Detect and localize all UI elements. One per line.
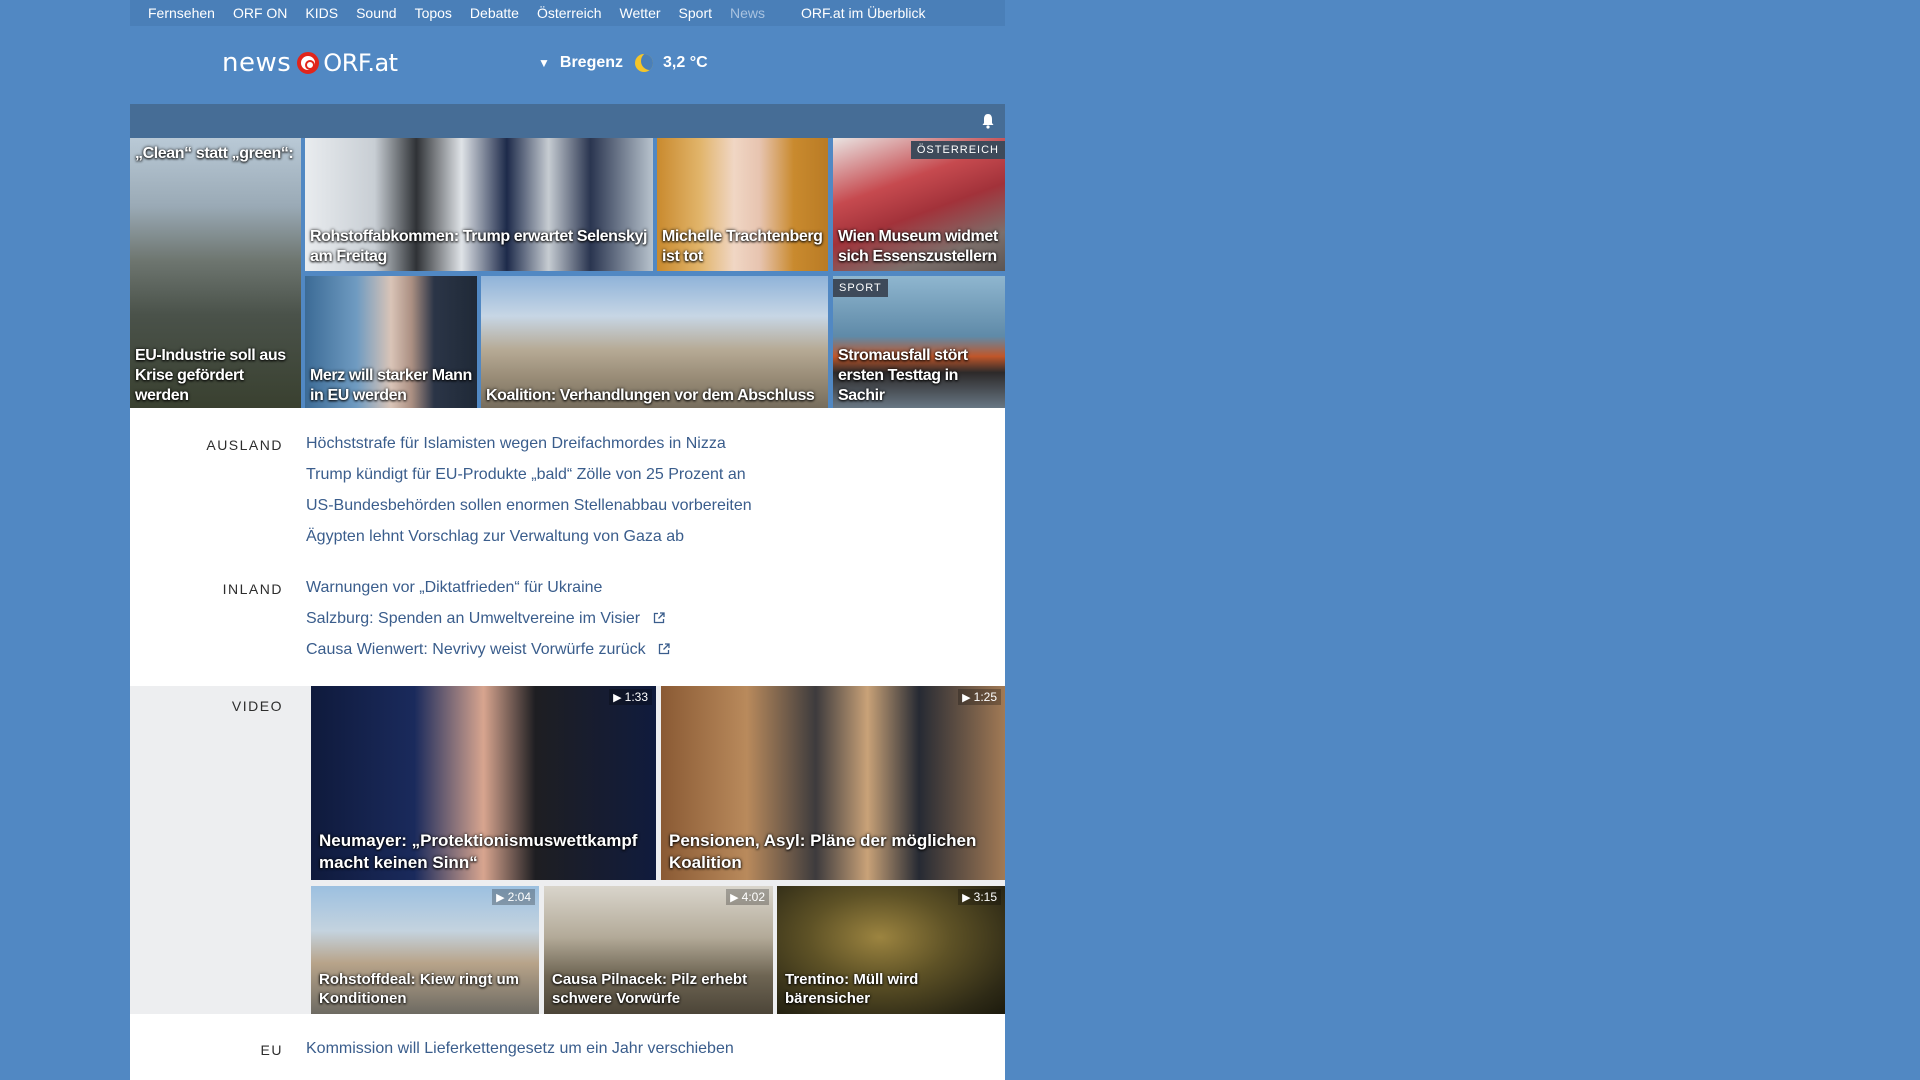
tile-caption: Koalition: Verhandlungen vor dem Abschlu… [486, 387, 815, 404]
video-caption: Trentino: Müll wird bärensicher [785, 971, 919, 1007]
headline-link[interactable]: Höchststrafe für Islamisten wegen Dreifa… [306, 435, 726, 453]
logo-news-text: news [222, 48, 292, 78]
headline-link-external[interactable]: Salzburg: Spenden an Umweltvereine im Vi… [306, 610, 665, 628]
logo-orf-text: ORF.at [323, 49, 398, 77]
nav-item-orf-on[interactable]: ORF ON [233, 5, 287, 21]
nav-item-sport[interactable]: Sport [679, 5, 712, 21]
nav-item-news[interactable]: News [730, 5, 765, 21]
news-orf-logo[interactable]: news ORF.at [222, 48, 398, 78]
story-tile-trachtenberg[interactable]: Michelle Trachtenberg ist tot [657, 138, 828, 271]
headline-link[interactable]: US-Bundesbehörden sollen enormen Stellen… [306, 497, 752, 515]
bell-icon[interactable] [981, 113, 995, 129]
headline-link[interactable]: Kommission will Lieferkettengesetz um ei… [306, 1040, 734, 1058]
category-label-eu: EU [260, 1042, 283, 1058]
toolbar-strip [130, 104, 1005, 138]
video-tile[interactable]: ▶ 3:15 Trentino: Müll wird bärensicher [777, 886, 1005, 1014]
play-icon: ▶ [613, 692, 622, 704]
news-lists: AUSLAND Höchststrafe für Islamisten wege… [130, 408, 1005, 686]
video-caption: Rohstoffdeal: Kiew ringt um Konditionen [319, 971, 519, 1007]
nav-item-topos[interactable]: Topos [415, 5, 452, 21]
tile-caption: Rohstoffabkommen: Trump erwartet Selensk… [310, 228, 648, 265]
headline-link[interactable]: Ägypten lehnt Vorschlag zur Verwaltung v… [306, 528, 684, 546]
nav-item-oesterreich[interactable]: Österreich [537, 5, 602, 21]
play-icon: ▶ [962, 892, 971, 904]
video-duration: ▶ 1:25 [958, 689, 1001, 705]
duration-text: 2:04 [507, 890, 531, 904]
video-caption: Causa Pilnacek: Pilz erhebt schwere Vorw… [552, 971, 748, 1007]
video-duration: ▶ 4:02 [726, 889, 769, 905]
video-tile[interactable]: ▶ 4:02 Causa Pilnacek: Pilz erhebt schwer… [544, 886, 773, 1014]
video-caption: Neumayer: „Protektionismuswettkampf mach… [319, 831, 638, 872]
duration-text: 1:33 [624, 690, 648, 704]
page-wrapper: Fernsehen ORF ON KIDS Sound Topos Debatt… [130, 0, 1005, 1080]
video-duration: ▶ 1:33 [609, 689, 652, 705]
headline-link[interactable]: Warnungen vor „Diktatfrieden“ für Ukrain… [306, 579, 602, 597]
story-tile-eu-industrie[interactable]: „Clean“ statt „green“: EU-Industrie soll… [130, 138, 301, 410]
tile-caption: Merz will starker Mann in EU werden [310, 367, 472, 404]
story-tile-rohstoffabkommen[interactable]: Rohstoffabkommen: Trump erwartet Selensk… [305, 138, 653, 271]
story-tile-koalition[interactable]: Koalition: Verhandlungen vor dem Abschlu… [481, 276, 828, 410]
nav-item-kids[interactable]: KIDS [305, 5, 338, 21]
video-duration: ▶ 3:15 [958, 889, 1001, 905]
tile-caption-top: „Clean“ statt „green“: [135, 145, 294, 162]
headline-text: Causa Wienwert: Nevrivy weist Vorwürfe z… [306, 641, 646, 658]
nav-item-wetter[interactable]: Wetter [620, 5, 661, 21]
category-label-inland: INLAND [222, 581, 283, 597]
nav-item-debatte[interactable]: Debatte [470, 5, 519, 21]
video-tile[interactable]: ▶ 1:25 Pensionen, Asyl: Pläne der möglich… [661, 686, 1005, 880]
tile-caption: EU-Industrie soll aus Krise gefördert we… [135, 347, 286, 404]
tile-caption: Wien Museum widmet sich Essenszustellern [838, 228, 998, 265]
story-tile-stromausfall[interactable]: SPORT Stromausfall stört ersten Testtag … [833, 276, 1005, 410]
category-tag-sport: SPORT [833, 279, 888, 297]
nav-item-fernsehen[interactable]: Fernsehen [148, 5, 215, 21]
duration-text: 4:02 [741, 890, 765, 904]
video-tile[interactable]: ▶ 2:04 Rohstoffdeal: Kiew ringt um Kondit… [311, 886, 539, 1014]
video-duration: ▶ 2:04 [492, 889, 535, 905]
weather-location[interactable]: Bregenz [560, 54, 623, 72]
weather-temperature: 3,2 °C [663, 54, 708, 71]
tile-caption: Michelle Trachtenberg ist tot [662, 228, 823, 265]
top-navigation: Fernsehen ORF ON KIDS Sound Topos Debatt… [130, 0, 1005, 26]
headline-text: Salzburg: Spenden an Umweltvereine im Vi… [306, 610, 641, 627]
headline-link-external[interactable]: Causa Wienwert: Nevrivy weist Vorwürfe z… [306, 641, 670, 659]
external-link-icon [653, 612, 665, 624]
site-header: news ORF.at ▼ Bregenz 3,2 °C [130, 26, 1005, 104]
headline-link[interactable]: Trump kündigt für EU-Produkte „bald“ Zöl… [306, 466, 746, 484]
play-icon: ▶ [962, 692, 971, 704]
external-link-icon [658, 643, 670, 655]
dropdown-triangle-icon[interactable]: ▼ [538, 56, 550, 70]
duration-text: 1:25 [973, 690, 997, 704]
weather-widget[interactable]: ▼ Bregenz 3,2 °C [538, 54, 708, 72]
story-tile-merz[interactable]: Merz will starker Mann in EU werden [305, 276, 477, 410]
category-tag-oesterreich: ÖSTERREICH [910, 141, 1005, 159]
orf-ring-icon [297, 52, 320, 74]
play-icon: ▶ [496, 892, 505, 904]
duration-text: 3:15 [973, 890, 997, 904]
nav-item-overview[interactable]: ORF.at im Überblick [801, 5, 925, 21]
tile-caption: Stromausfall stört ersten Testtag in Sac… [838, 347, 968, 404]
video-section: VIDEO ▶ 1:33 Neumayer: „Protektionismuswe… [130, 686, 1005, 1014]
story-tile-wien-museum[interactable]: ÖSTERREICH Wien Museum widmet sich Essen… [833, 138, 1005, 271]
category-label-video: VIDEO [231, 698, 283, 714]
play-icon: ▶ [730, 892, 739, 904]
category-label-ausland: AUSLAND [206, 437, 283, 453]
news-list-eu: EU Kommission will Lieferkettengesetz um… [130, 1014, 1005, 1080]
video-tile[interactable]: ▶ 1:33 Neumayer: „Protektionismuswettkamp… [311, 686, 656, 880]
nav-item-sound[interactable]: Sound [356, 5, 396, 21]
video-caption: Pensionen, Asyl: Pläne der möglichen Koa… [669, 831, 977, 872]
moon-icon [635, 54, 654, 72]
